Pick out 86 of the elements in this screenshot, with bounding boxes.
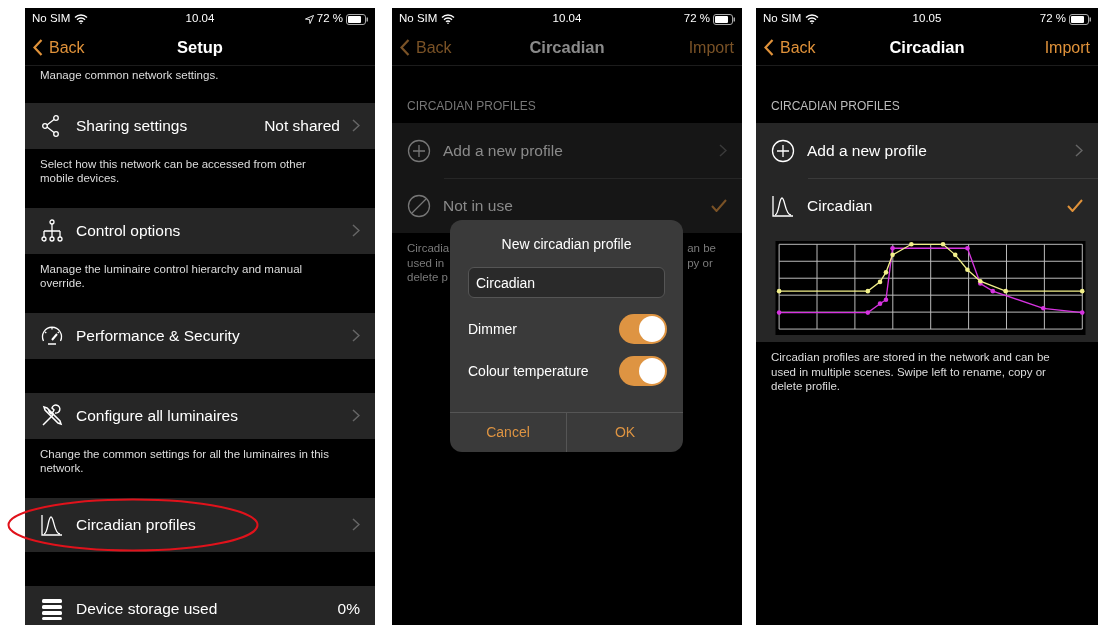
footer-text: Circadian profiles are stored in the network and can be used in multiple scenes. Swipe left to rename, copy or delete profile. bbox=[770, 350, 1051, 394]
row-value: 0% bbox=[337, 598, 360, 619]
toggle-switch[interactable] bbox=[619, 314, 667, 344]
back-button[interactable]: Back bbox=[764, 35, 816, 60]
screen-title: Circadian bbox=[889, 37, 965, 59]
footer-text: Manage the luminaire control hierarchy and manual override. bbox=[39, 261, 304, 291]
row-label: Add a new profile bbox=[807, 140, 928, 161]
toggle-switch[interactable] bbox=[619, 356, 667, 386]
curve-point bbox=[909, 242, 914, 247]
curve-point bbox=[940, 242, 946, 247]
dialog-title: New circadian profile bbox=[500, 235, 633, 254]
footer-text: Change the common settings for all the luminaires in this network. bbox=[39, 446, 330, 476]
curve-point bbox=[990, 288, 996, 294]
section-header: CIRCADIAN PROFILES bbox=[770, 98, 901, 115]
plus-circle-icon bbox=[407, 138, 431, 163]
row-label: Control options bbox=[76, 220, 182, 241]
clock-label: 10.04 bbox=[185, 11, 215, 27]
battery-percent: 72 % bbox=[683, 11, 710, 27]
toggle-label: Dimmer bbox=[468, 319, 517, 339]
slash-circle-icon bbox=[407, 193, 431, 218]
curve-point bbox=[865, 288, 871, 294]
curve-point bbox=[865, 310, 871, 315]
row-label: Sharing settings bbox=[76, 115, 189, 136]
footer-text: an be py or bbox=[687, 241, 716, 271]
curve-point bbox=[776, 288, 782, 294]
footer-text: Select how this network can be accessed from other mobile devices. bbox=[39, 156, 307, 186]
carrier-label: No SIM bbox=[399, 11, 438, 27]
back-chevron-icon bbox=[33, 39, 43, 56]
row-label: Add a new profile bbox=[443, 140, 564, 161]
battery-percent: 72 % bbox=[316, 11, 343, 27]
battery-icon bbox=[346, 13, 368, 25]
plus-circle-icon bbox=[771, 138, 795, 163]
row-label: Device storage used bbox=[76, 598, 219, 619]
curve-point bbox=[952, 252, 958, 258]
dialog-button[interactable]: OK bbox=[566, 413, 683, 452]
wifi-icon bbox=[441, 14, 456, 24]
wifi-icon bbox=[74, 14, 89, 24]
list-row[interactable]: Add a new profile bbox=[756, 123, 1098, 178]
back-chevron-icon bbox=[764, 39, 774, 56]
list-row[interactable]: Performance & Security bbox=[25, 312, 375, 359]
tools-icon bbox=[40, 403, 64, 428]
bell-curve-icon bbox=[771, 193, 795, 218]
back-button[interactable]: Back bbox=[33, 35, 85, 60]
row-label: Performance & Security bbox=[76, 325, 241, 346]
list-row[interactable]: Configure all luminaires bbox=[25, 392, 375, 439]
storage-icon bbox=[40, 596, 64, 621]
list-row[interactable]: Circadian profiles bbox=[25, 497, 375, 552]
hierarchy-icon bbox=[40, 218, 64, 243]
back-chevron-icon bbox=[400, 39, 410, 56]
clock-label: 10.04 bbox=[552, 11, 582, 27]
curve-point bbox=[1003, 288, 1008, 294]
bell-curve-icon bbox=[40, 512, 64, 537]
curve-point bbox=[877, 279, 883, 285]
footer-text: Manage common network settings. bbox=[39, 68, 220, 83]
carrier-label: No SIM bbox=[32, 11, 71, 27]
footer-text: Circadia used in delete p bbox=[407, 241, 450, 285]
curve-point bbox=[1079, 288, 1085, 294]
wifi-icon bbox=[805, 14, 820, 24]
clock-label: 10.05 bbox=[912, 11, 942, 27]
curve-point bbox=[1041, 306, 1046, 311]
name-input-field[interactable]: Circadian bbox=[468, 267, 665, 298]
row-label: Circadian profiles bbox=[76, 514, 197, 535]
curve-point bbox=[965, 245, 970, 251]
battery-icon bbox=[1069, 13, 1091, 25]
list-row[interactable]: Circadian bbox=[756, 178, 1098, 233]
list-row[interactable]: Device storage used 0% bbox=[25, 585, 375, 625]
row-label: Not in use bbox=[443, 195, 514, 216]
carrier-label: No SIM bbox=[763, 11, 802, 27]
list-row[interactable]: Sharing settings Not shared bbox=[25, 102, 375, 149]
battery-percent: 72 % bbox=[1039, 11, 1066, 27]
toggle-label: Colour temperature bbox=[468, 361, 589, 381]
row-label: Configure all luminaires bbox=[76, 405, 239, 426]
screen-title: Circadian bbox=[529, 37, 605, 59]
curve-point bbox=[883, 270, 889, 275]
list-row[interactable]: Add a new profile bbox=[392, 123, 742, 178]
battery-icon bbox=[713, 13, 735, 25]
row-label: Circadian bbox=[807, 195, 874, 216]
import-button[interactable]: Import bbox=[1044, 35, 1090, 60]
dialog-button[interactable]: Cancel bbox=[450, 413, 566, 452]
curve-point bbox=[776, 310, 782, 315]
section-header: CIRCADIAN PROFILES bbox=[406, 98, 537, 115]
row-value: Not shared bbox=[264, 115, 340, 136]
curve-point bbox=[965, 267, 970, 272]
list-row[interactable]: Control options bbox=[25, 207, 375, 254]
curve-point bbox=[1079, 310, 1085, 315]
screen-title: Setup bbox=[177, 37, 223, 59]
